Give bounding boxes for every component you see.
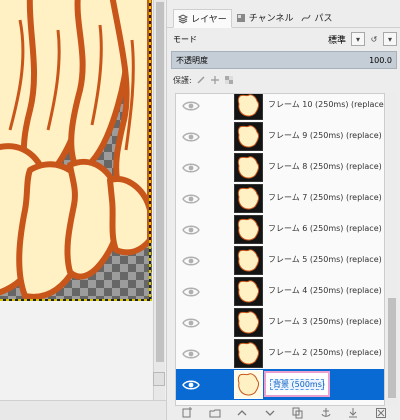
- layers-icon: [178, 13, 188, 24]
- anchor-layer-icon[interactable]: [320, 407, 332, 419]
- layer-row[interactable]: フレーム 7 (250ms) (replace): [176, 183, 384, 214]
- layers-dock: レイヤー チャンネル パス モード 標準 ▾ ↺ ▾ 不透明度 100.0 保護…: [166, 0, 400, 420]
- tab-label: チャンネル: [248, 14, 294, 24]
- layer-row[interactable]: フレーム 4 (250ms) (replace): [176, 276, 384, 307]
- image-canvas[interactable]: [0, 0, 152, 400]
- layer-row[interactable]: フレーム 2 (250ms) (replace): [176, 338, 384, 369]
- layer-name: フレーム 6 (250ms) (replace): [268, 224, 382, 233]
- chevron-down-icon[interactable]: ▾: [351, 32, 365, 46]
- mode-row: モード 標準 ▾ ↺ ▾: [173, 30, 397, 48]
- layer-name: フレーム 2 (250ms) (replace): [268, 348, 382, 357]
- lock-position-icon[interactable]: [210, 75, 220, 85]
- layer-actions-bar: [167, 406, 400, 420]
- eye-icon[interactable]: [176, 121, 206, 152]
- layer-row[interactable]: フレーム 5 (250ms) (replace): [176, 245, 384, 276]
- eye-icon[interactable]: [176, 152, 206, 183]
- layer-name: フレーム 7 (250ms) (replace): [268, 193, 382, 202]
- opacity-label: 不透明度: [176, 55, 208, 65]
- layer-thumbnail: [234, 184, 263, 213]
- eye-icon[interactable]: [176, 214, 206, 245]
- layer-thumbnail: [234, 308, 263, 337]
- layer-name: フレーム 10 (250ms) (replace): [268, 100, 385, 109]
- layer-thumbnail: [234, 215, 263, 244]
- new-layer-group-icon[interactable]: [209, 407, 221, 419]
- new-layer-icon[interactable]: [181, 407, 193, 419]
- layer-name[interactable]: 背景 (500ms): [273, 379, 325, 390]
- layer-boundary-bottom: [0, 299, 152, 301]
- canvas-horizontal-scrollbar[interactable]: [0, 400, 166, 420]
- layer-thumbnail: [234, 246, 263, 275]
- eye-icon[interactable]: [176, 369, 206, 400]
- layer-boundary-right: [149, 0, 151, 300]
- eye-icon[interactable]: [176, 94, 206, 121]
- layer-thumbnail: [234, 370, 263, 399]
- tab-label: パス: [314, 14, 333, 24]
- mode-label: モード: [173, 34, 197, 44]
- layer-row[interactable]: フレーム 6 (250ms) (replace): [176, 214, 384, 245]
- layer-row[interactable]: フレーム 10 (250ms) (replace): [176, 94, 385, 121]
- eye-icon[interactable]: [176, 183, 206, 214]
- layer-name: フレーム 3 (250ms) (replace): [268, 317, 382, 326]
- dock-tabs: レイヤー チャンネル パス: [167, 8, 400, 28]
- layer-row[interactable]: フレーム 3 (250ms) (replace): [176, 307, 384, 338]
- layer-list[interactable]: フレーム 10 (250ms) (replace) フレーム 9 (250ms) …: [175, 93, 385, 406]
- duplicate-layer-icon[interactable]: [292, 407, 304, 419]
- lock-label: 保護:: [173, 75, 192, 85]
- tab-paths[interactable]: パス: [297, 8, 336, 27]
- layer-name: フレーム 8 (250ms) (replace): [268, 162, 382, 171]
- layer-row[interactable]: フレーム 8 (250ms) (replace): [176, 152, 384, 183]
- layer-thumbnail: [234, 277, 263, 306]
- tab-channels[interactable]: チャンネル: [232, 8, 298, 27]
- tab-label: レイヤー: [191, 15, 227, 25]
- channels-icon: [236, 13, 245, 22]
- layer-list-scroll-thumb[interactable]: [388, 298, 396, 398]
- mode-select[interactable]: 標準: [328, 33, 346, 46]
- layer-row[interactable]: 背景 (500ms): [176, 369, 384, 400]
- layer-thumbnail: [234, 339, 263, 368]
- opacity-value[interactable]: 100.0: [369, 56, 392, 65]
- reset-mode-icon[interactable]: ↺: [367, 32, 381, 46]
- canvas-scroll-thumb[interactable]: [156, 2, 164, 362]
- eye-icon[interactable]: [176, 307, 206, 338]
- eye-icon[interactable]: [176, 276, 206, 307]
- lock-pixels-icon[interactable]: [196, 75, 206, 85]
- lock-alpha-icon[interactable]: [224, 75, 234, 85]
- tab-layers[interactable]: レイヤー: [173, 9, 232, 28]
- layer-thumbnail: [234, 153, 263, 182]
- canvas-vertical-scrollbar[interactable]: [153, 0, 165, 400]
- composite-options-chevron-icon[interactable]: ▾: [383, 32, 397, 46]
- layer-row[interactable]: フレーム 9 (250ms) (replace): [176, 121, 384, 152]
- paths-icon: [301, 14, 311, 21]
- opacity-slider[interactable]: 不透明度 100.0: [171, 51, 397, 69]
- layer-thumbnail: [234, 94, 263, 120]
- lower-layer-icon[interactable]: [264, 407, 276, 419]
- delete-layer-icon[interactable]: [375, 407, 387, 419]
- navigate-icon[interactable]: [153, 372, 165, 386]
- eye-icon[interactable]: [176, 338, 206, 369]
- layer-name: フレーム 5 (250ms) (replace): [268, 255, 382, 264]
- lock-row: 保護:: [173, 73, 234, 87]
- layer-name: フレーム 4 (250ms) (replace): [268, 286, 382, 295]
- layer-name: フレーム 9 (250ms) (replace): [268, 131, 382, 140]
- raise-layer-icon[interactable]: [236, 407, 248, 419]
- layer-list-scrollbar[interactable]: [387, 93, 397, 406]
- merge-down-icon[interactable]: [347, 407, 359, 419]
- canvas-artwork: [0, 0, 152, 300]
- eye-icon[interactable]: [176, 245, 206, 276]
- layer-thumbnail: [234, 122, 263, 151]
